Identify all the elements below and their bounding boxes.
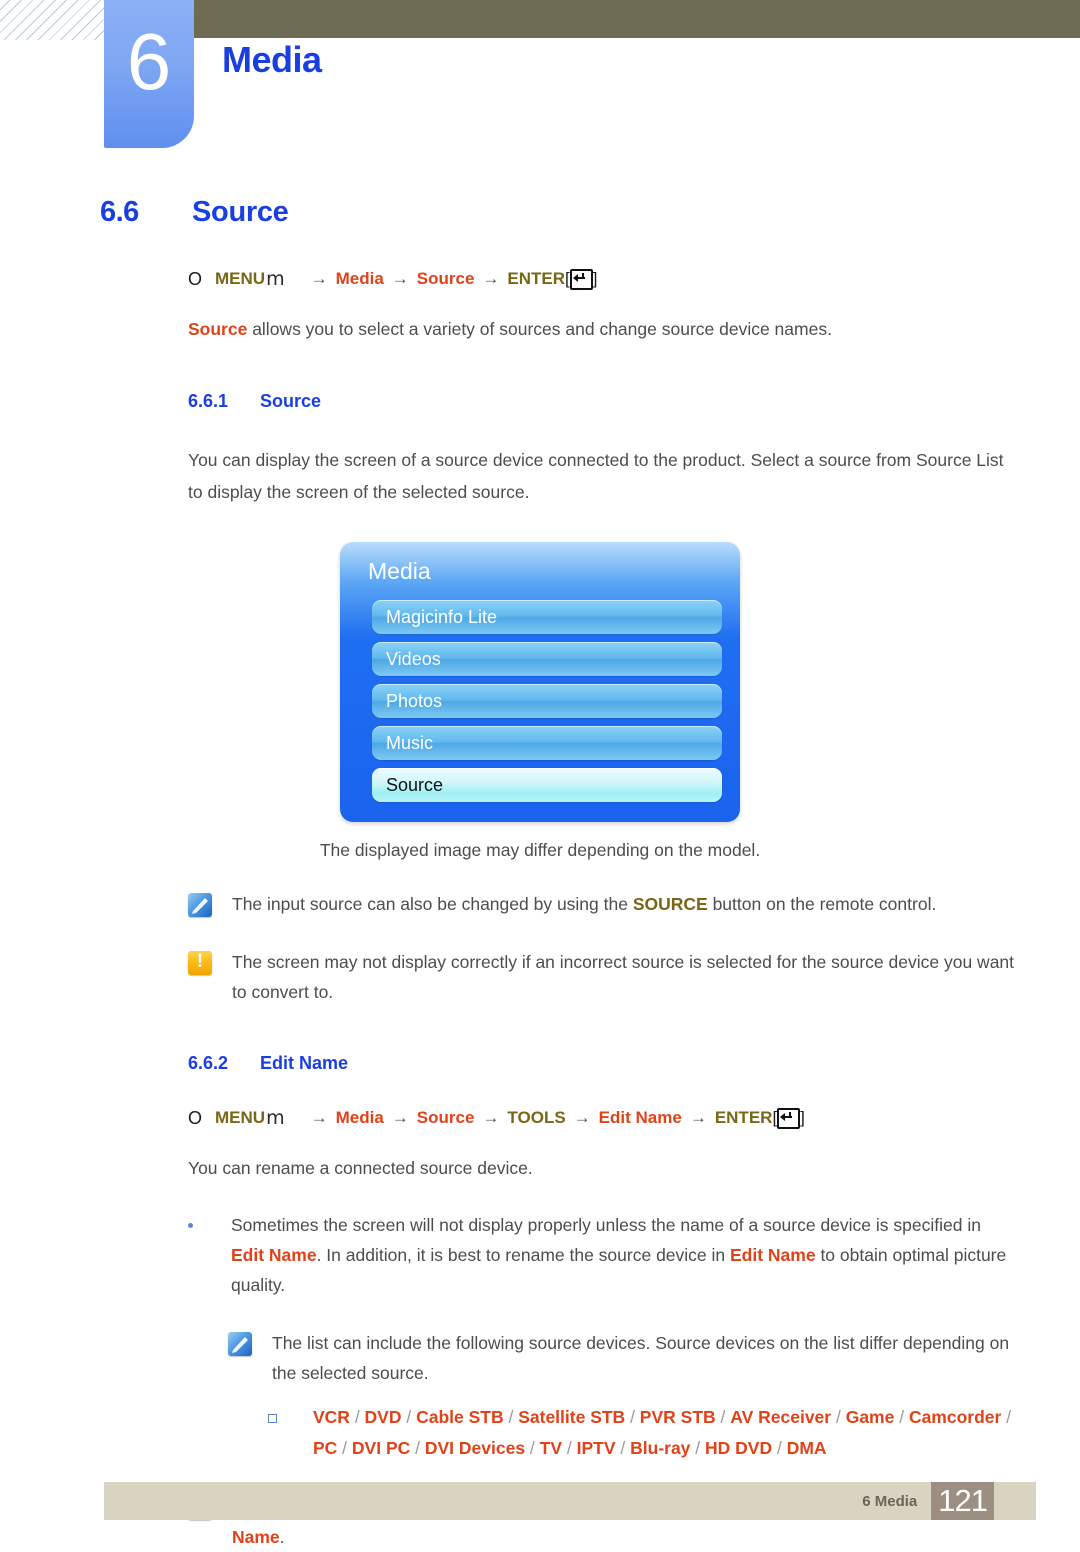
enter2-bracket-close: ] [800, 1108, 805, 1127]
note-part-3: button on the remote control. [707, 894, 937, 914]
caution-exclamation-icon [188, 950, 212, 975]
page-footer: 6 Media 121 [104, 1482, 1036, 1520]
osd-media-panel: Media Magicinfo Lite Videos Photos Music… [340, 542, 740, 822]
bullet-part-2: . In addition, it is best to rename the … [316, 1245, 730, 1265]
sub-bullet-square-icon [268, 1414, 277, 1423]
note3-part-3: . [279, 1527, 285, 1547]
section-title: Source [192, 196, 289, 228]
osd-panel-title: Media [368, 558, 431, 584]
menu2-button-glyph: m [266, 1107, 285, 1129]
osd-caption: The displayed image may differ depending… [319, 840, 761, 860]
note-caution-incorrect-source: The screen may not display correctly if … [188, 947, 1018, 1007]
bullet-text: Sometimes the screen will not display pr… [231, 1210, 1018, 1300]
path-bullet-marker: O [188, 269, 203, 289]
subsection-662-paragraph: You can rename a connected source device… [188, 1158, 533, 1178]
path2-arrow-1: → [310, 1108, 328, 1127]
path-arrow-2: → [391, 269, 409, 288]
bullet-keyword-1: Edit Name [231, 1245, 317, 1265]
enter2-label: ENTER [714, 1108, 773, 1127]
osd-screenshot-wrap: Media Magicinfo Lite Videos Photos Music… [0, 542, 1080, 822]
footer-chapter-label: 6 Media [862, 1492, 918, 1510]
intro-highlight: Source [188, 319, 248, 339]
path-arrow-3: → [482, 269, 500, 288]
footer-inner: 6 Media 121 [862, 1482, 1036, 1520]
path2-arrow-5: → [689, 1108, 707, 1127]
intro-paragraph: Source allows you to select a variety of… [188, 313, 1018, 345]
note-pencil-icon [188, 893, 212, 917]
bullet-dot-icon [188, 1223, 193, 1228]
source-device-list: VCR / DVD / Cable STB / Satellite STB / … [313, 1402, 1011, 1464]
subsection-title-662: Edit Name [260, 1053, 349, 1073]
path2-step-source: Source [416, 1108, 475, 1127]
path-step-source: Source [416, 269, 475, 288]
device-list-line-2: PC / DVI PC / DVI Devices / TV / IPTV / … [313, 1438, 827, 1458]
footer-page-number: 121 [931, 1482, 994, 1520]
caution-text: The screen may not display correctly if … [232, 952, 1015, 1002]
bullet-keyword-2: Edit Name [730, 1245, 816, 1265]
osd-item-videos[interactable]: Videos [372, 642, 722, 676]
menu-path-source: O MENU m → Media → Source → ENTER[] [188, 267, 1080, 291]
page-header: 6 Media [0, 0, 1080, 165]
path2-arrow-2: → [391, 1108, 409, 1127]
note-source-device-list: The list can include the following sourc… [228, 1328, 1018, 1388]
subsection-heading-662: 6.6.2 Edit Name [188, 1053, 1080, 1074]
enter2-return-icon [777, 1107, 801, 1129]
subsection-heading-661: 6.6.1 Source [188, 391, 1080, 412]
note-text: The list can include the following sourc… [272, 1333, 1010, 1383]
bullet-edit-name-advice: Sometimes the screen will not display pr… [188, 1210, 1018, 1300]
intro-rest: allows you to select a variety of source… [247, 319, 832, 339]
note-remote-source-button: The input source can also be changed by … [188, 889, 1018, 919]
section-number: 6.6 [100, 196, 139, 228]
enter-key-group: ENTER[] [507, 267, 598, 291]
osd-item-photos[interactable]: Photos [372, 684, 722, 718]
section-heading: 6.6 Source [100, 196, 1080, 229]
header-bar [190, 0, 1080, 38]
path2-bullet-marker: O [188, 1108, 203, 1128]
note-pencil-icon [228, 1332, 252, 1356]
path2-arrow-4: → [573, 1108, 591, 1127]
page-content: 6.6 Source O MENU m → Media → Source → EN… [0, 196, 1080, 1552]
path2-step-edit-name: Edit Name [598, 1108, 682, 1127]
menu-button-label: MENU [215, 269, 266, 288]
osd-item-music[interactable]: Music [372, 726, 722, 760]
enter-return-icon [569, 268, 593, 290]
path-step-media: Media [335, 269, 384, 288]
note-part-1: The input source can also be changed by … [232, 894, 633, 914]
subsection-title-661: Source [260, 391, 322, 411]
subsection-number-661: 6.6.1 [188, 391, 229, 411]
subsection-661-paragraph: You can display the screen of a source d… [188, 450, 1004, 502]
enter-label: ENTER [507, 269, 566, 288]
menu-button-glyph: m [266, 268, 285, 290]
device-list-row: VCR / DVD / Cable STB / Satellite STB / … [268, 1402, 1018, 1464]
path-arrow-1: → [310, 269, 328, 288]
menu2-button-label: MENU [215, 1108, 266, 1127]
path2-step-media: Media [335, 1108, 384, 1127]
chapter-tab: 6 [104, 0, 194, 148]
osd-item-magicinfo-lite[interactable]: Magicinfo Lite [372, 600, 722, 634]
path2-arrow-3: → [482, 1108, 500, 1127]
enter-bracket-close: ] [592, 269, 598, 288]
note-source-keyword: SOURCE [632, 894, 708, 914]
subsection-number-662: 6.6.2 [188, 1053, 229, 1073]
chapter-number: 6 [126, 17, 172, 106]
enter2-key-group: ENTER[] [715, 1106, 805, 1130]
chapter-title: Media [222, 39, 322, 80]
bullet-part-1: Sometimes the screen will not display pr… [231, 1215, 981, 1235]
path2-step-tools: TOOLS [507, 1108, 566, 1127]
osd-item-source[interactable]: Source [372, 768, 722, 802]
device-list-line-1: VCR / DVD / Cable STB / Satellite STB / … [313, 1407, 1012, 1427]
menu-path-edit-name: O MENU m → Media → Source → TOOLS → Edit … [188, 1106, 1080, 1130]
note-text: The input source can also be changed by … [232, 889, 936, 919]
